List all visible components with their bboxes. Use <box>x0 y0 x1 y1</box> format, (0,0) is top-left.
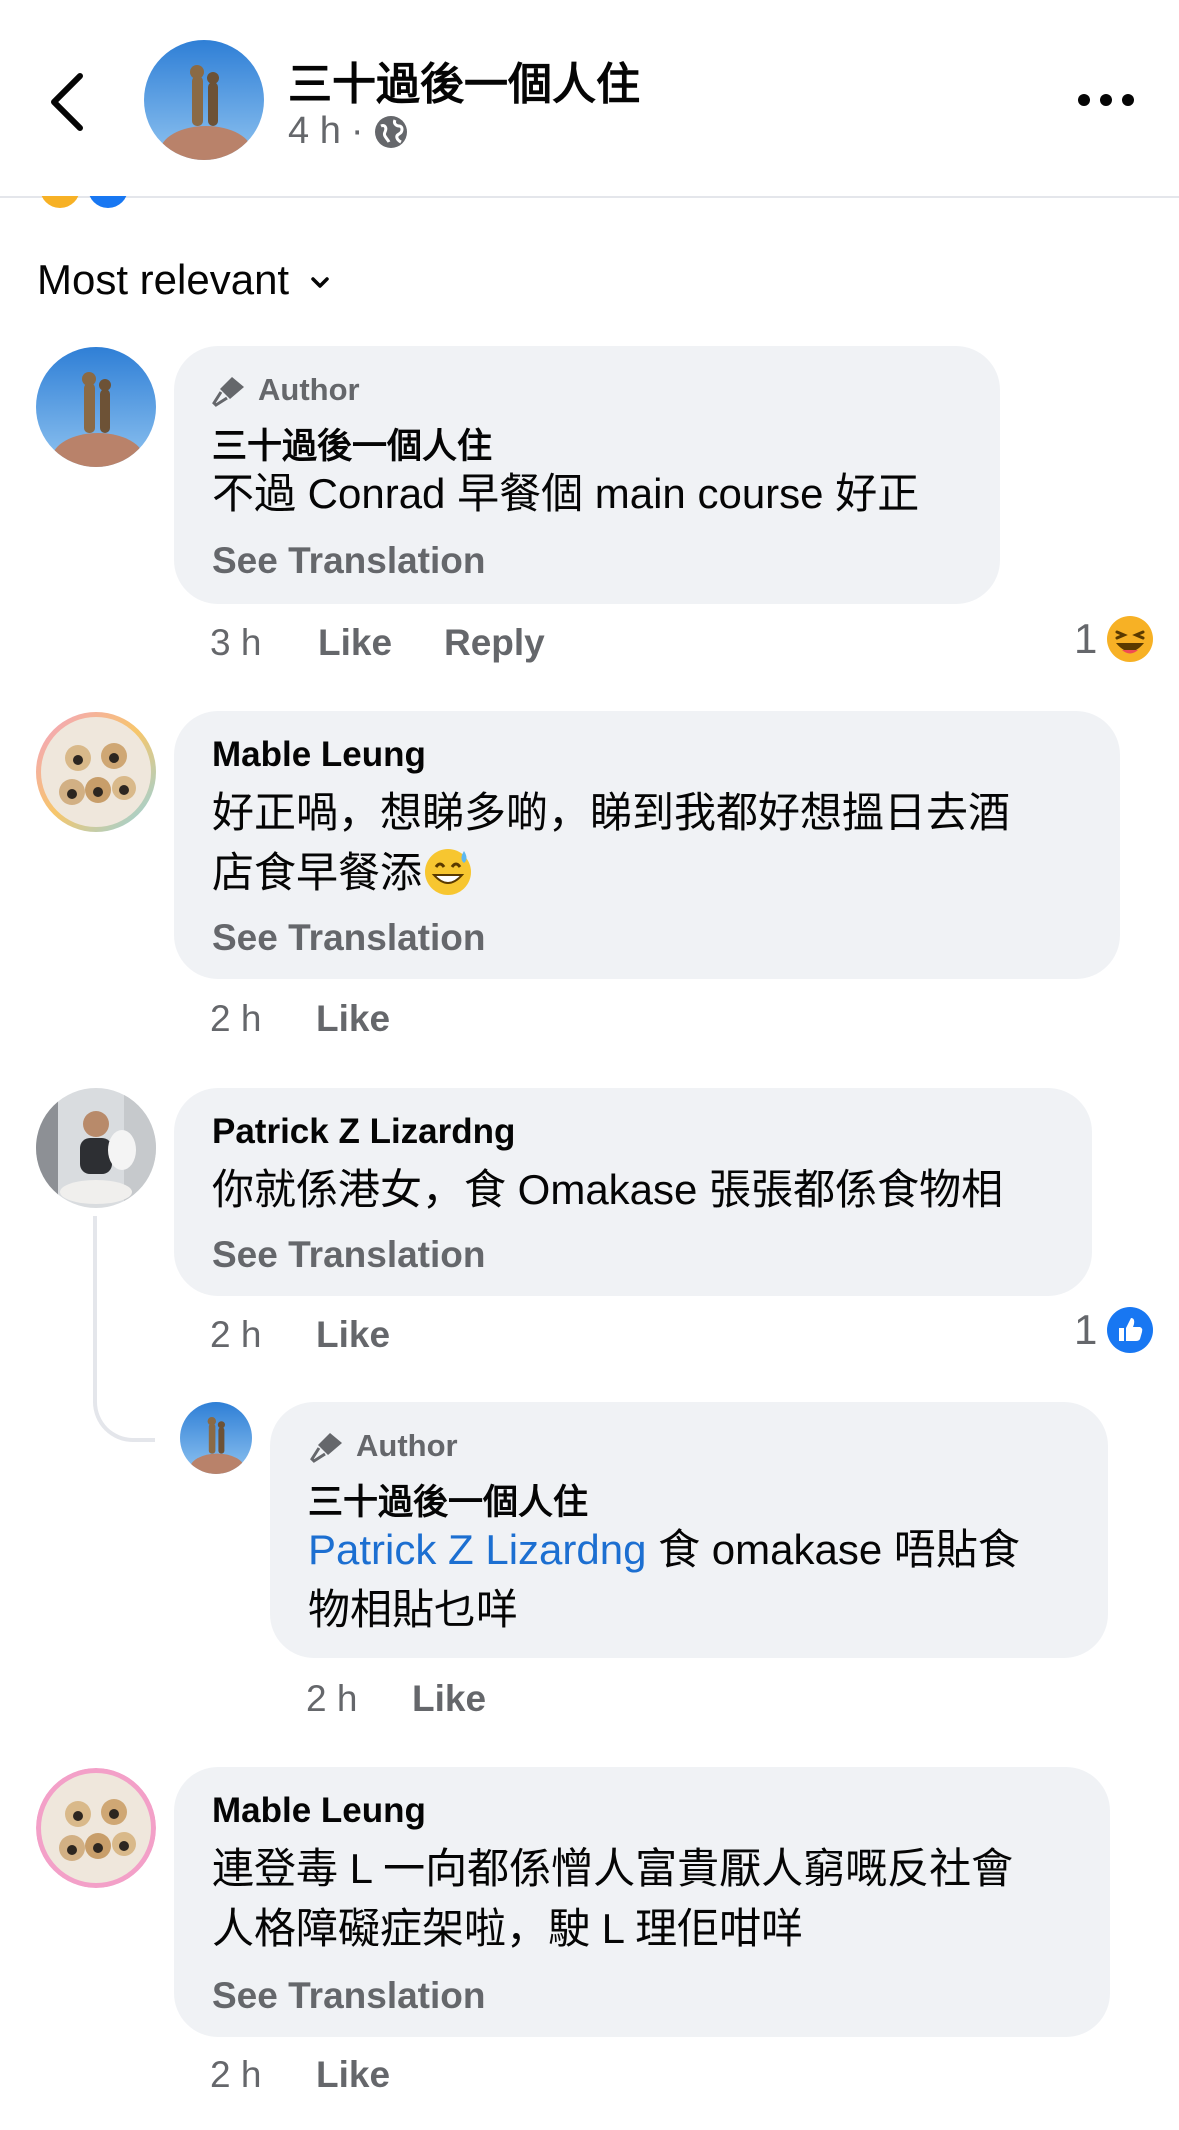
comment-actions: 2 h Like <box>210 1314 390 1356</box>
reply-avatar[interactable] <box>180 1402 252 1474</box>
meerkat-avatar-image <box>36 347 156 467</box>
comment-bubble[interactable]: Author 三十過後一個人住 不過 Conrad 早餐個 main cours… <box>174 346 1000 604</box>
reaction-count: 1 <box>1074 1306 1098 1353</box>
grinning-sweat-emoji-icon <box>425 849 472 895</box>
author-badge-label: Author <box>258 372 360 407</box>
see-translation-link[interactable]: See Translation <box>212 917 486 959</box>
like-thumb-icon <box>1107 1307 1154 1353</box>
like-button[interactable]: Like <box>316 2054 390 2096</box>
reaction-summary[interactable]: 1 <box>1074 614 1155 664</box>
comment-actions: 2 h Like <box>306 1678 486 1720</box>
comment-bubble[interactable]: Mable Leung 連登毒 L 一向都係憎人富貴厭人窮嘅反社會 人格障礙症架… <box>174 1767 1110 2037</box>
person-with-dogs-avatar-image <box>36 1088 156 1208</box>
microphone-icon <box>310 1433 342 1463</box>
comment-text: 不過 Conrad 早餐個 main course 好正 <box>212 470 920 517</box>
reaction-summary[interactable]: 1 <box>1074 1305 1155 1355</box>
comment-text-line: Patrick Z Lizardng 食 omakase 唔貼食 <box>308 1526 1020 1573</box>
comment-actions: 3 h Like Reply <box>210 622 545 664</box>
microphone-icon <box>212 377 244 407</box>
commenter-name[interactable]: 三十過後一個人住 <box>308 1474 588 1525</box>
comment-text: Patrick Z Lizardng 食 omakase 唔貼食 物相貼乜咩 <box>308 1520 1088 1640</box>
reaction-peek-like-icon <box>88 196 128 208</box>
sort-dropdown[interactable]: Most relevant <box>37 256 331 304</box>
comment-avatar[interactable] <box>36 1088 156 1208</box>
reply-bubble[interactable]: Author 三十過後一個人住 Patrick Z Lizardng 食 oma… <box>270 1402 1108 1658</box>
chevron-left-icon <box>51 73 83 131</box>
comment-text: 你就係港女，食 Omakase 張張都係食物相 <box>212 1166 1004 1213</box>
reaction-count: 1 <box>1074 615 1098 662</box>
commenter-name[interactable]: 三十過後一個人住 <box>212 418 492 469</box>
meerkat-avatar-image <box>180 1402 252 1474</box>
author-badge: Author <box>212 372 360 408</box>
comment-actions: 2 h Like <box>210 998 390 1040</box>
comment-time[interactable]: 3 h <box>210 622 318 664</box>
pugs-avatar-image <box>36 1768 156 1888</box>
more-dots-icon <box>1078 94 1134 106</box>
more-options-button[interactable] <box>1076 90 1136 110</box>
like-button[interactable]: Like <box>318 622 444 664</box>
comment-bubble[interactable]: Patrick Z Lizardng 你就係港女，食 Omakase 張張都係食… <box>174 1088 1092 1296</box>
reply-thread-line <box>93 1216 155 1442</box>
comment-actions: 2 h Like <box>210 2054 390 2096</box>
comment-time[interactable]: 2 h <box>210 2054 316 2096</box>
comment-text: 連登毒 L 一向都係憎人富貴厭人窮嘅反社會 人格障礙症架啦，駛 L 理佢咁咩 <box>212 1839 1013 1959</box>
comment-text-line: 物相貼乜咩 <box>308 1586 519 1633</box>
comment-time[interactable]: 2 h <box>210 998 316 1040</box>
reply-button[interactable]: Reply <box>444 622 545 664</box>
comment-text-line: 人格障礙症架啦，駛 L 理佢咁咩 <box>212 1905 804 1952</box>
globe-icon <box>375 115 408 148</box>
meerkat-avatar-image <box>144 40 264 160</box>
page-avatar[interactable] <box>144 40 264 160</box>
page-name[interactable]: 三十過後一個人住 <box>288 48 640 112</box>
see-translation-link[interactable]: See Translation <box>212 1234 486 1276</box>
mention-link[interactable]: Patrick Z Lizardng <box>308 1526 646 1573</box>
comment-text-line: 連登毒 L 一向都係憎人富貴厭人窮嘅反社會 <box>212 1845 1014 1892</box>
post-time[interactable]: 4 h <box>288 110 341 153</box>
chevron-down-icon <box>311 277 329 288</box>
separator-dot: · <box>350 110 364 152</box>
reaction-peek-haha-icon <box>40 196 80 208</box>
comment-avatar[interactable] <box>36 1768 156 1888</box>
comment-bubble[interactable]: Mable Leung 好正喎，想睇多啲，睇到我都好想搵日去酒 店食早餐添 Se… <box>174 711 1120 979</box>
post-header: 三十過後一個人住 4 h · <box>0 0 1179 198</box>
comment-avatar[interactable] <box>36 347 156 467</box>
post-meta: 4 h · <box>288 110 409 153</box>
author-badge: Author <box>310 1428 458 1464</box>
comment-text-line: 好正喎，想睇多啲，睇到我都好想搵日去酒 <box>212 789 1011 836</box>
commenter-name[interactable]: Mable Leung <box>212 735 426 775</box>
comment-time[interactable]: 2 h <box>210 1314 316 1356</box>
comment-text-line: 店食早餐添 <box>212 843 1010 903</box>
commenter-name[interactable]: Patrick Z Lizardng <box>212 1112 515 1152</box>
pugs-avatar-image <box>41 717 151 827</box>
sort-label: Most relevant <box>37 256 290 303</box>
see-translation-link[interactable]: See Translation <box>212 540 486 582</box>
comment-time[interactable]: 2 h <box>306 1678 412 1720</box>
like-button[interactable]: Like <box>316 1314 390 1356</box>
back-button[interactable] <box>40 62 100 142</box>
laughing-emoji-icon <box>1107 616 1154 662</box>
see-translation-link[interactable]: See Translation <box>212 1975 486 2017</box>
like-button[interactable]: Like <box>412 1678 486 1720</box>
like-button[interactable]: Like <box>316 998 390 1040</box>
author-badge-label: Author <box>356 1428 458 1463</box>
comment-avatar[interactable] <box>36 712 156 832</box>
comment-text: 好正喎，想睇多啲，睇到我都好想搵日去酒 店食早餐添 <box>212 783 1010 903</box>
commenter-name[interactable]: Mable Leung <box>212 1791 426 1831</box>
